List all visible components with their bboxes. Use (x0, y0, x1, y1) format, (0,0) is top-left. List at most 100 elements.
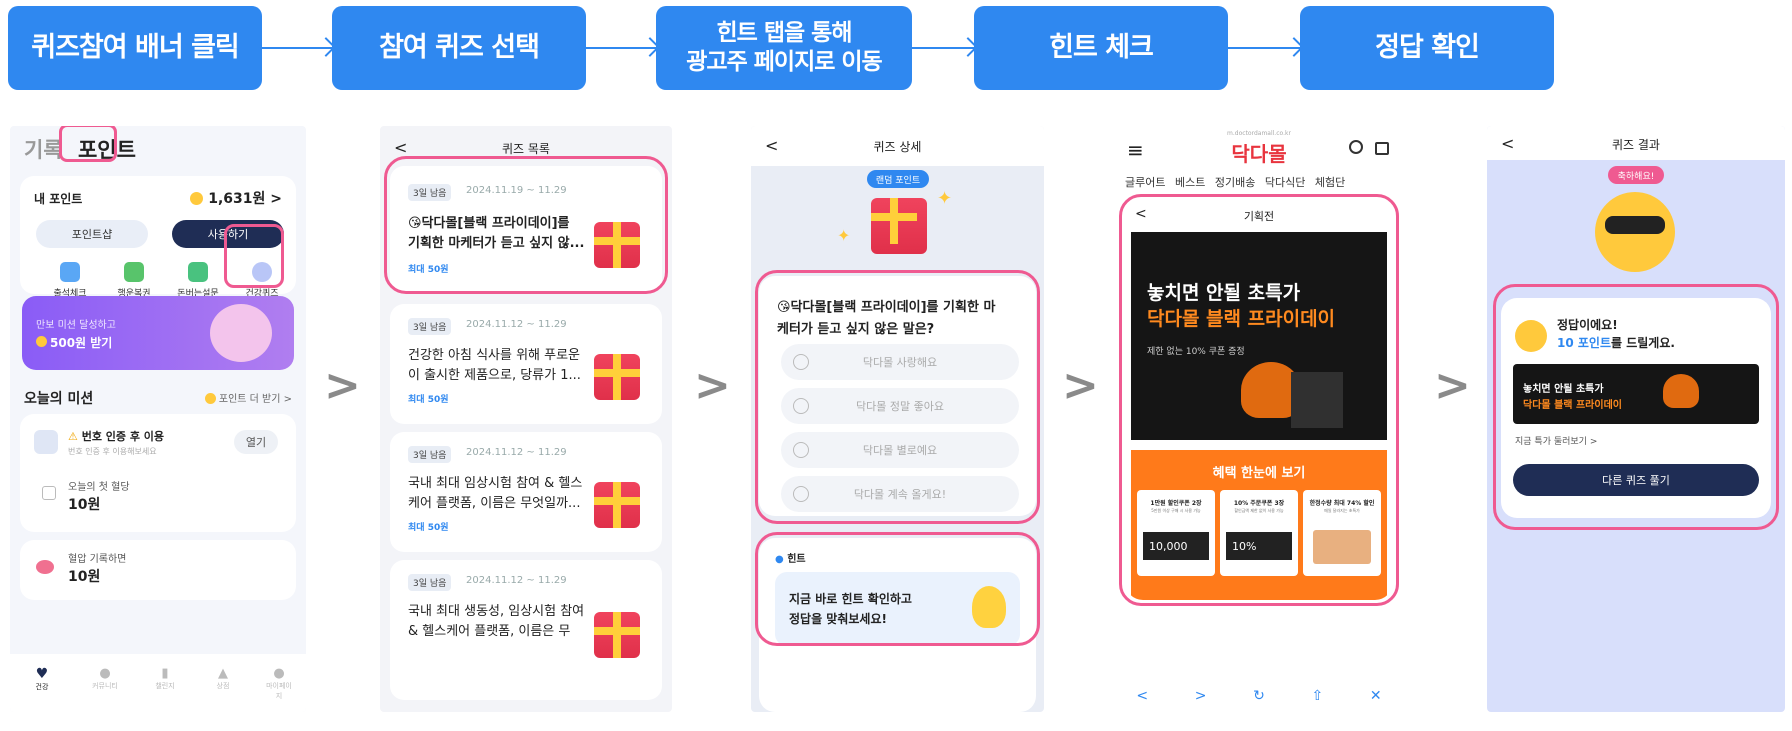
benefit-section: 혜택 한눈에 보기 1만원 할인쿠폰 2장 5만원 이상 구매 시 사용 가능 … (1131, 450, 1387, 600)
clover-icon[interactable] (124, 262, 144, 282)
reward-points: 10 포인트 (1557, 336, 1611, 350)
nav-community[interactable]: ● 커뮤니티 (90, 666, 120, 691)
quiz-title-line2: & 헬스케어 플랫폼, 이름은 무 (408, 624, 571, 639)
hint-label-text: 힌트 (787, 554, 806, 565)
gift-icon (594, 612, 640, 658)
more-points-link[interactable]: 포인트 더 받기 > (204, 390, 292, 405)
menu-item[interactable]: 베스트 (1175, 176, 1205, 189)
reward-suffix: 를 드릴게요. (1611, 336, 1675, 350)
url-bar[interactable]: m.doctordamall.co.kr (1113, 130, 1405, 137)
step-2-header: 참여 퀴즈 선택 (332, 6, 586, 90)
quiz-date: 2024.11.12 ~ 11.29 (466, 319, 567, 330)
answer-label: 닥다몰 별로예요 (862, 444, 938, 457)
mission-1-title: ⚠ 번호 인증 후 이용 (68, 428, 164, 444)
back-icon[interactable]: < (1136, 688, 1148, 704)
my-point-value[interactable]: 1,631원 > (190, 188, 282, 208)
coupon-card[interactable]: 한정수량 최대 74% 할인 매일 달라지는 초특가 (1303, 490, 1381, 576)
gift-icon (594, 354, 640, 400)
onboarding-flow: 퀴즈참여 배너 클릭 참여 퀴즈 선택 힌트 탭을 통해 광고주 페이지로 이동… (0, 0, 1792, 731)
calendar-icon[interactable] (60, 262, 80, 282)
phone-auth-icon (34, 430, 58, 454)
quiz-title-line1: 😘닥다몰[블랙 프라이데이]를 (408, 216, 570, 231)
tab-point[interactable]: 포인트 (78, 138, 136, 162)
answer-option[interactable]: 닥다몰 정말 좋아요 (781, 388, 1019, 424)
tab-bar: 기록 포인트 (24, 134, 136, 164)
answer-option[interactable]: 닥다몰 별로예요 (781, 432, 1019, 468)
step-mission-banner[interactable]: 만보 미션 달성하고 500원 받기 (22, 296, 294, 370)
menu-item[interactable]: 체험단 (1315, 176, 1345, 189)
screen-quiz-result: < 퀴즈 결과 축하해요! 정답이에요! 10 포인트를 드릴게요. 놓치면 안… (1487, 126, 1785, 712)
point-shop-button[interactable]: 포인트샵 (36, 220, 148, 248)
coupon-card[interactable]: 1만원 할인쿠폰 2장 5만원 이상 구매 시 사용 가능 10,000 (1137, 490, 1215, 576)
ad-banner[interactable]: 놓치면 안될 초특가 닥다몰 블랙 프라이데이 (1513, 364, 1759, 424)
chat-icon: ● (99, 666, 111, 681)
share-icon[interactable]: ⇧ (1312, 688, 1324, 704)
step-5-header: 정답 확인 (1300, 6, 1554, 90)
mission-2-title: 오늘의 첫 혈당 (68, 482, 130, 493)
coupon-title: 한정수량 최대 74% 할인 (1309, 500, 1375, 507)
quiz-card[interactable]: 3일 남음 2024.11.12 ~ 11.29 국내 최대 생동성, 임상시험… (390, 560, 662, 700)
browse-deals-link[interactable]: 지금 특가 둘러보기 > (1515, 434, 1597, 447)
answer-option[interactable]: 닥다몰 계속 올게요! (781, 476, 1019, 512)
answer-label: 닥다몰 계속 올게요! (853, 488, 947, 501)
nav-shop[interactable]: ▲ 상점 (208, 666, 238, 691)
step-1-label: 퀴즈참여 배너 클릭 (31, 32, 240, 63)
other-quiz-button[interactable]: 다른 퀴즈 풀기 (1513, 464, 1759, 496)
use-point-button[interactable]: 사용하기 (172, 220, 284, 248)
hint-banner[interactable]: 지금 바로 힌트 확인하고 정답을 맞춰보세요! (775, 572, 1020, 646)
answer-option[interactable]: 닥다몰 사랑해요 (781, 344, 1019, 380)
coupon-sub: 할인금액 제한 없이 사용 가능 (1234, 508, 1284, 513)
coupon-card[interactable]: 10% 주문쿠폰 3장 할인금액 제한 없이 사용 가능 10% (1220, 490, 1298, 576)
forward-icon[interactable]: > (1195, 688, 1207, 704)
hint-line1: 지금 바로 힌트 확인하고 (789, 592, 912, 606)
coupon-title: 10% 주문쿠폰 3장 (1233, 500, 1285, 507)
radio-icon (793, 486, 809, 502)
coupon-value: 10,000 (1143, 532, 1209, 560)
menu-item[interactable]: 닥다식단 (1265, 176, 1305, 189)
hero-banner[interactable]: 놓치면 안될 초특가 닥다몰 블랙 프라이데이 제한 없는 10% 쿠폰 증정 (1131, 232, 1387, 440)
browser-toolbar: < > ↻ ⇧ ✕ (1113, 680, 1405, 712)
random-point-badge: 랜덤 포인트 (867, 170, 929, 188)
search-icon[interactable] (1349, 140, 1363, 154)
coin-icon (190, 192, 204, 205)
banner-reward-text: 500원 받기 (50, 336, 113, 350)
bulb-icon[interactable] (252, 262, 272, 282)
menu-item[interactable]: 글루어트 (1125, 176, 1165, 189)
screen-quiz-list: < 퀴즈 목록 3일 남음 2024.11.19 ~ 11.29 😘닥다몰[블랙… (380, 126, 672, 712)
gift-icon (594, 222, 640, 268)
quiz-card[interactable]: 3일 남음 2024.11.12 ~ 11.29 건강한 아침 식사를 위해 푸… (390, 304, 662, 424)
quiz-card[interactable]: 3일 남음 2024.11.12 ~ 11.29 국내 최대 임상시험 참여 &… (390, 432, 662, 552)
quiz-card[interactable]: 3일 남음 2024.11.19 ~ 11.29 😘닥다몰[블랙 프라이데이]를… (390, 166, 662, 294)
flow-arrow (262, 47, 332, 49)
nav-challenge[interactable]: ▮ 챌린지 (150, 666, 180, 691)
radio-icon (793, 442, 809, 458)
page-title: 퀴즈 상세 (873, 140, 922, 154)
page-title: 퀴즈 결과 (1612, 138, 1660, 152)
bag-icon[interactable] (1375, 142, 1389, 155)
flow-arrow (912, 47, 974, 49)
tab-record[interactable]: 기록 (24, 138, 63, 162)
sparkle-icon: ✦ (837, 226, 851, 245)
mission-1-text: 번호 인증 후 이용 (81, 430, 165, 443)
nav-my[interactable]: ● 마이페이지 (264, 666, 294, 701)
nav-health[interactable]: ♥ 건강 (30, 666, 54, 692)
bulb-icon (972, 586, 1006, 628)
result-card: 정답이에요! 10 포인트를 드릴게요. 놓치면 안될 초특가 닥다몰 블랙 프… (1501, 298, 1771, 518)
point-amount: 1,631원 (208, 191, 266, 207)
close-icon[interactable]: ✕ (1370, 688, 1382, 704)
survey-icon[interactable] (188, 262, 208, 282)
menu-item[interactable]: 정기배송 (1215, 176, 1255, 189)
quiz-title-line1: 국내 최대 임상시험 참여 & 헬스 (408, 476, 583, 491)
bottom-nav: ♥ 건강 ● 커뮤니티 ▮ 챌린지 ▲ 상점 ● 마이페이지 (10, 654, 306, 712)
flow-arrow (586, 47, 656, 49)
category-menu: 글루어트 베스트 정기배송 닥다식단 체험단 (1125, 174, 1345, 190)
coin-icon (1515, 320, 1547, 352)
hint-label: ● 힌트 (775, 550, 806, 565)
refresh-icon[interactable]: ↻ (1253, 688, 1265, 704)
gift-icon (594, 482, 640, 528)
hint-line2: 정답을 맞춰보세요! (789, 612, 887, 626)
hint-card[interactable]: ● 힌트 지금 바로 힌트 확인하고 정답을 맞춰보세요! (759, 538, 1036, 712)
open-button[interactable]: 열기 (234, 430, 278, 454)
days-left-badge: 3일 남음 (408, 184, 452, 201)
radio-icon (793, 354, 809, 370)
